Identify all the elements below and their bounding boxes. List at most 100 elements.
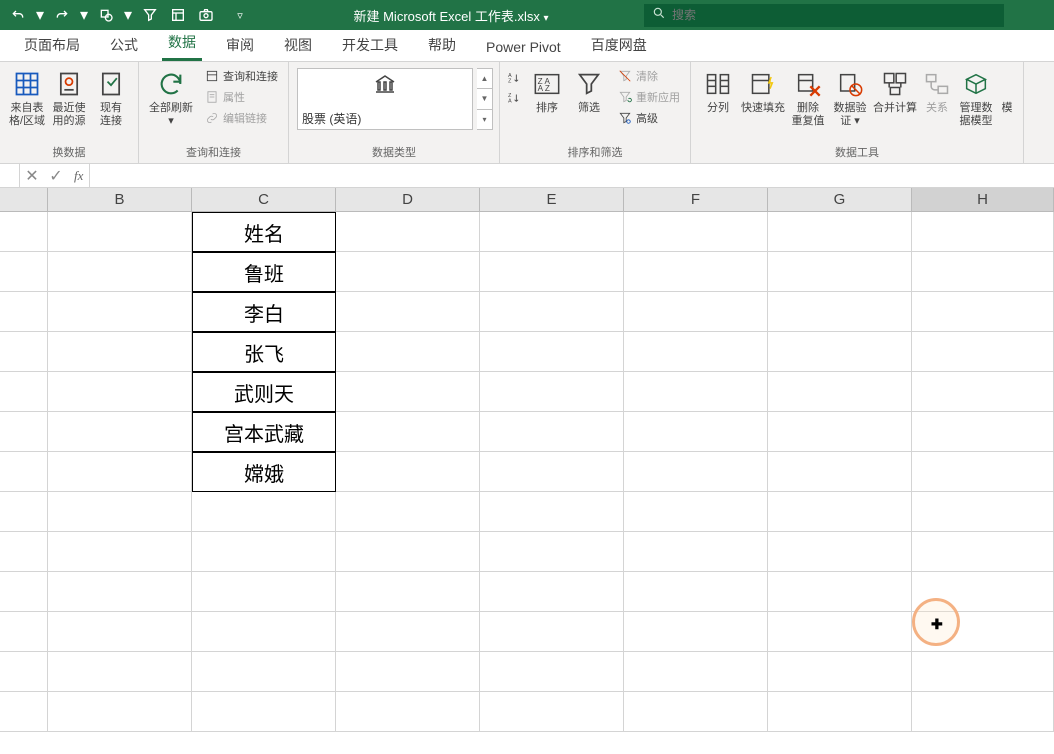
refresh-all-button[interactable]: 全部刷新▾: [145, 66, 197, 130]
cell-E13[interactable]: [480, 692, 624, 732]
cell-B13[interactable]: [48, 692, 192, 732]
cell-H12[interactable]: [912, 652, 1054, 692]
cell-B9[interactable]: [48, 532, 192, 572]
cell-B10[interactable]: [48, 572, 192, 612]
from-table-range-button[interactable]: 来自表格/区域: [6, 66, 48, 130]
cell-B7[interactable]: [48, 452, 192, 492]
cell-C12[interactable]: [192, 652, 336, 692]
cell-E4[interactable]: [480, 332, 624, 372]
cell-C7[interactable]: 嫦娥: [192, 452, 336, 492]
spreadsheet-grid[interactable]: BCDEFGH 姓名鲁班李白张飞武则天宫本武藏嫦娥 ✚: [0, 188, 1054, 732]
filter-button[interactable]: 筛选: [568, 66, 610, 117]
undo-dropdown[interactable]: ▾: [34, 3, 46, 27]
cell-F11[interactable]: [624, 612, 768, 652]
cell-G9[interactable]: [768, 532, 912, 572]
cell-D4[interactable]: [336, 332, 480, 372]
camera-icon[interactable]: [194, 3, 218, 27]
sort-desc-button[interactable]: ZA: [506, 90, 526, 106]
qat-shape-dropdown[interactable]: ▾: [122, 3, 134, 27]
cell-C11[interactable]: [192, 612, 336, 652]
cell-B5[interactable]: [48, 372, 192, 412]
cell-H7[interactable]: [912, 452, 1054, 492]
cell-D10[interactable]: [336, 572, 480, 612]
cell-B3[interactable]: [48, 292, 192, 332]
cell-H8[interactable]: [912, 492, 1054, 532]
cell-D2[interactable]: [336, 252, 480, 292]
cell-G12[interactable]: [768, 652, 912, 692]
cell-E5[interactable]: [480, 372, 624, 412]
cell-C2[interactable]: 鲁班: [192, 252, 336, 292]
cell-F5[interactable]: [624, 372, 768, 412]
cell-D5[interactable]: [336, 372, 480, 412]
cell-C3[interactable]: 李白: [192, 292, 336, 332]
cell-C5[interactable]: 武则天: [192, 372, 336, 412]
cell-F3[interactable]: [624, 292, 768, 332]
recent-sources-button[interactable]: 最近使用的源: [48, 66, 90, 130]
cell-G13[interactable]: [768, 692, 912, 732]
sort-asc-button[interactable]: AZ: [506, 70, 526, 86]
col-header-G[interactable]: G: [768, 188, 912, 212]
col-header-E[interactable]: E: [480, 188, 624, 212]
cell-G2[interactable]: [768, 252, 912, 292]
cell-D13[interactable]: [336, 692, 480, 732]
form-icon[interactable]: [166, 3, 190, 27]
consolidate-button[interactable]: 合并计算: [871, 66, 919, 117]
tab-页面布局[interactable]: 页面布局: [18, 29, 86, 61]
col-header-B[interactable]: B: [48, 188, 192, 212]
cell-H9[interactable]: [912, 532, 1054, 572]
cell-B2[interactable]: [48, 252, 192, 292]
stocks-selector[interactable]: 股票 (英语): [297, 68, 473, 130]
cell-C13[interactable]: [192, 692, 336, 732]
qat-customize[interactable]: ▿: [228, 3, 252, 27]
confirm-icon[interactable]: ✓: [44, 164, 68, 187]
cell-B11[interactable]: [48, 612, 192, 652]
tab-视图[interactable]: 视图: [278, 29, 318, 61]
column-headers[interactable]: BCDEFGH: [0, 188, 1054, 212]
cell-C4[interactable]: 张飞: [192, 332, 336, 372]
cell-G4[interactable]: [768, 332, 912, 372]
cell-G8[interactable]: [768, 492, 912, 532]
col-header-F[interactable]: F: [624, 188, 768, 212]
cell-E8[interactable]: [480, 492, 624, 532]
cell-E7[interactable]: [480, 452, 624, 492]
cell-D9[interactable]: [336, 532, 480, 572]
cell-H2[interactable]: [912, 252, 1054, 292]
cell-D1[interactable]: [336, 212, 480, 252]
stocks-scroll[interactable]: ▲▼▾: [477, 68, 493, 130]
cell-G10[interactable]: [768, 572, 912, 612]
cell-B12[interactable]: [48, 652, 192, 692]
cell-G7[interactable]: [768, 452, 912, 492]
cell-D7[interactable]: [336, 452, 480, 492]
existing-connections-button[interactable]: 现有连接: [90, 66, 132, 130]
cell-F10[interactable]: [624, 572, 768, 612]
cell-F4[interactable]: [624, 332, 768, 372]
cell-D3[interactable]: [336, 292, 480, 332]
cell-D12[interactable]: [336, 652, 480, 692]
tab-数据[interactable]: 数据: [162, 26, 202, 61]
cell-C6[interactable]: 宫本武藏: [192, 412, 336, 452]
search-box[interactable]: [644, 4, 1004, 27]
tab-公式[interactable]: 公式: [104, 29, 144, 61]
cell-G3[interactable]: [768, 292, 912, 332]
redo-button[interactable]: [50, 3, 74, 27]
cell-F6[interactable]: [624, 412, 768, 452]
cell-E9[interactable]: [480, 532, 624, 572]
fx-button[interactable]: fx: [68, 168, 89, 184]
cell-C8[interactable]: [192, 492, 336, 532]
tab-审阅[interactable]: 审阅: [220, 29, 260, 61]
cell-H1[interactable]: [912, 212, 1054, 252]
tab-开发工具[interactable]: 开发工具: [336, 29, 404, 61]
cell-D6[interactable]: [336, 412, 480, 452]
tab-百度网盘[interactable]: 百度网盘: [585, 29, 653, 61]
text-to-columns-button[interactable]: 分列: [697, 66, 739, 117]
cell-H6[interactable]: [912, 412, 1054, 452]
cell-H3[interactable]: [912, 292, 1054, 332]
col-header-H[interactable]: H: [912, 188, 1054, 212]
cell-E2[interactable]: [480, 252, 624, 292]
cutoff-button[interactable]: 模: [997, 66, 1017, 117]
cell-F13[interactable]: [624, 692, 768, 732]
sort-button[interactable]: Z AA Z 排序: [526, 66, 568, 117]
search-input[interactable]: [672, 8, 996, 22]
cell-B8[interactable]: [48, 492, 192, 532]
cell-D8[interactable]: [336, 492, 480, 532]
